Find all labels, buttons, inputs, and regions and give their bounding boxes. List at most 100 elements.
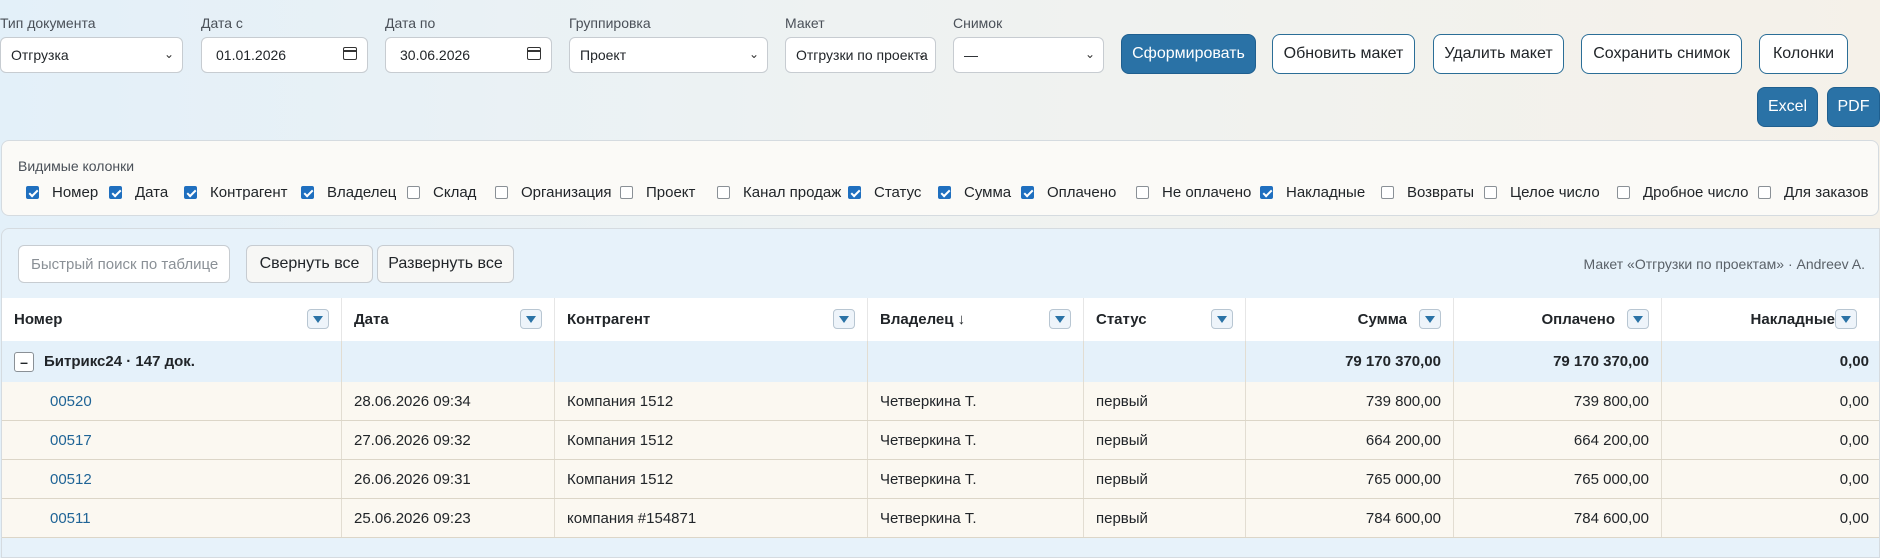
checkbox[interactable] bbox=[1381, 186, 1394, 199]
columns-button[interactable]: Колонки bbox=[1759, 34, 1848, 74]
header-paid-label: Оплачено bbox=[1541, 311, 1616, 328]
table-search-input[interactable]: Быстрый поиск по таблице bbox=[18, 245, 230, 283]
checkbox[interactable] bbox=[495, 186, 508, 199]
column-toggle[interactable]: Организация bbox=[495, 184, 611, 201]
pdf-button[interactable]: PDF bbox=[1827, 87, 1880, 127]
counterparty-cell-text: компания #154871 bbox=[567, 509, 697, 527]
column-toggle[interactable]: Сумма bbox=[938, 184, 1011, 201]
filter-icon[interactable] bbox=[1627, 309, 1649, 329]
filter-icon[interactable] bbox=[520, 309, 542, 329]
header-status[interactable]: Статус bbox=[1084, 298, 1246, 341]
doc-number-link-text[interactable]: 00512 bbox=[14, 471, 92, 488]
column-toggle[interactable]: Для заказов bbox=[1758, 184, 1869, 201]
header-invoices[interactable]: Накладные bbox=[1662, 298, 1879, 341]
table-row[interactable]: 00517 27.06.2026 09:32 Компания 1512 Четвер… bbox=[2, 421, 1879, 460]
column-toggle[interactable]: Канал продаж bbox=[717, 184, 841, 201]
filter-icon[interactable] bbox=[307, 309, 329, 329]
checkbox[interactable] bbox=[620, 186, 633, 199]
grouping-label: Группировка bbox=[569, 15, 651, 31]
excel-button[interactable]: Excel bbox=[1757, 87, 1818, 127]
calendar-icon[interactable] bbox=[527, 47, 541, 60]
date-to-input[interactable]: 30.06.2026 bbox=[385, 37, 552, 73]
column-toggle[interactable]: Не оплачено bbox=[1136, 184, 1251, 201]
checkbox[interactable] bbox=[848, 186, 861, 199]
delete-layout-button[interactable]: Удалить макет bbox=[1433, 34, 1564, 74]
counterparty-cell: компания #154871 bbox=[555, 499, 868, 537]
header-sum[interactable]: Сумма bbox=[1246, 298, 1454, 341]
checkbox[interactable] bbox=[1136, 186, 1149, 199]
column-toggle-label: Дата bbox=[135, 184, 169, 201]
collapse-all-button[interactable]: Свернуть все bbox=[246, 245, 373, 283]
filter-icon[interactable] bbox=[1049, 309, 1071, 329]
checkbox[interactable] bbox=[938, 186, 951, 199]
checkbox[interactable] bbox=[1021, 186, 1034, 199]
column-toggle[interactable]: Склад bbox=[407, 184, 476, 201]
layout-select[interactable]: Отгрузки по проекта ⌄ bbox=[785, 37, 936, 73]
generate-button[interactable]: Сформировать bbox=[1121, 34, 1256, 74]
table-row[interactable]: 00512 26.06.2026 09:31 Компания 1512 Четвер… bbox=[2, 460, 1879, 499]
doc-number-link-text[interactable]: 00520 bbox=[14, 393, 92, 410]
update-layout-button[interactable]: Обновить макет bbox=[1272, 34, 1415, 74]
doc-number-link[interactable]: 00517 bbox=[2, 421, 342, 459]
checkbox[interactable] bbox=[1617, 186, 1630, 199]
date-cell-text: 26.06.2026 09:31 bbox=[354, 470, 471, 488]
collapse-group-button[interactable]: – bbox=[14, 351, 34, 372]
column-toggle[interactable]: Целое число bbox=[1484, 184, 1600, 201]
checkbox[interactable] bbox=[1260, 186, 1273, 199]
column-toggle[interactable]: Номер bbox=[26, 184, 98, 201]
checkbox[interactable] bbox=[184, 186, 197, 199]
column-toggle[interactable]: Дробное число bbox=[1617, 184, 1749, 201]
header-number[interactable]: Номер bbox=[2, 298, 342, 341]
table-row[interactable]: 00511 25.06.2026 09:23 компания #154871 Чет… bbox=[2, 499, 1879, 538]
date-cell: 27.06.2026 09:32 bbox=[342, 421, 555, 459]
checkbox[interactable] bbox=[301, 186, 314, 199]
header-paid[interactable]: Оплачено bbox=[1454, 298, 1662, 341]
date-from-label: Дата с bbox=[201, 15, 243, 31]
doc-number-link[interactable]: 00512 bbox=[2, 460, 342, 498]
checkbox[interactable] bbox=[109, 186, 122, 199]
date-cell: 26.06.2026 09:31 bbox=[342, 460, 555, 498]
table-row[interactable]: 00520 28.06.2026 09:34 Компания 1512 Четвер… bbox=[2, 382, 1879, 421]
doc-number-link-text[interactable]: 00517 bbox=[14, 432, 92, 449]
column-toggle[interactable]: Возвраты bbox=[1381, 184, 1474, 201]
date-to-label: Дата по bbox=[385, 15, 436, 31]
checkbox[interactable] bbox=[26, 186, 39, 199]
doc-number-link[interactable]: 00520 bbox=[2, 382, 342, 420]
doc-type-value: Отгрузка bbox=[11, 47, 69, 63]
sum-cell: 664 200,00 bbox=[1246, 421, 1454, 459]
invoices-cell: 0,00 bbox=[1662, 499, 1879, 537]
expand-all-button[interactable]: Развернуть все bbox=[377, 245, 514, 283]
column-toggle[interactable]: Оплачено bbox=[1021, 184, 1116, 201]
header-counterparty[interactable]: Контрагент bbox=[555, 298, 868, 341]
grouping-select[interactable]: Проект ⌄ bbox=[569, 37, 768, 73]
header-date[interactable]: Дата bbox=[342, 298, 555, 341]
filter-icon[interactable] bbox=[833, 309, 855, 329]
checkbox[interactable] bbox=[1484, 186, 1497, 199]
date-from-input[interactable]: 01.01.2026 bbox=[201, 37, 368, 73]
column-toggle-label: Для заказов bbox=[1784, 184, 1869, 201]
filter-icon[interactable] bbox=[1835, 309, 1857, 329]
header-owner[interactable]: Владелец ↓ bbox=[868, 298, 1084, 341]
filter-icon[interactable] bbox=[1419, 309, 1441, 329]
checkbox[interactable] bbox=[717, 186, 730, 199]
column-toggle[interactable]: Владелец bbox=[301, 184, 396, 201]
status-cell: первый bbox=[1084, 460, 1246, 498]
filter-icon[interactable] bbox=[1211, 309, 1233, 329]
column-toggle[interactable]: Дата bbox=[109, 184, 168, 201]
column-toggle[interactable]: Статус bbox=[848, 184, 921, 201]
sum-cell-text: 664 200,00 bbox=[1365, 431, 1441, 449]
doc-type-select[interactable]: Отгрузка ⌄ bbox=[0, 37, 183, 73]
column-toggle[interactable]: Проект bbox=[620, 184, 695, 201]
checkbox[interactable] bbox=[1758, 186, 1771, 199]
owner-cell-text: Четверкина Т. bbox=[880, 431, 977, 449]
doc-number-link-text[interactable]: 00511 bbox=[14, 510, 91, 527]
snapshot-select[interactable]: — ⌄ bbox=[953, 37, 1104, 73]
save-snapshot-button[interactable]: Сохранить снимок bbox=[1581, 34, 1742, 74]
date-cell-text: 25.06.2026 09:23 bbox=[354, 509, 471, 527]
column-toggle[interactable]: Контрагент bbox=[184, 184, 288, 201]
doc-number-link[interactable]: 00511 bbox=[2, 499, 342, 537]
checkbox[interactable] bbox=[407, 186, 420, 199]
column-toggle[interactable]: Накладные bbox=[1260, 184, 1365, 201]
calendar-icon[interactable] bbox=[343, 47, 357, 60]
header-sum-label: Сумма bbox=[1357, 311, 1407, 328]
